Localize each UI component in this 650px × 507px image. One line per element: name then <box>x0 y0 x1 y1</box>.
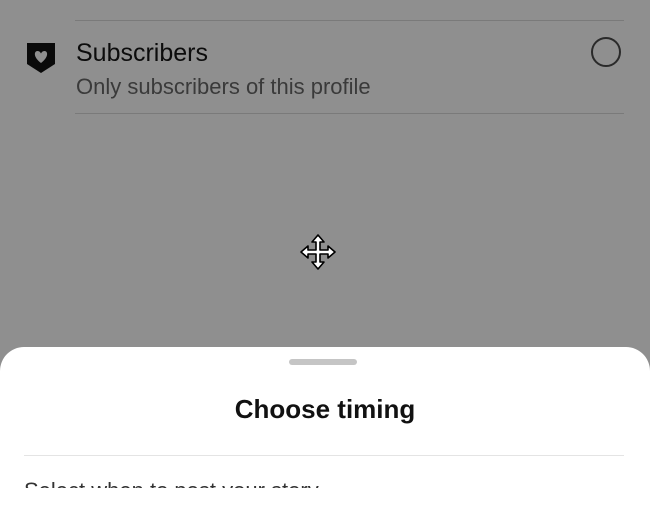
move-cursor-icon <box>300 234 336 270</box>
subscribers-radio-button[interactable] <box>591 37 621 67</box>
divider-bottom <box>75 113 624 114</box>
option-title: Subscribers <box>76 39 208 67</box>
subscriber-shield-icon <box>27 43 55 73</box>
sheet-body-clip: Select when to post your story <box>24 477 624 488</box>
audience-option-subscribers[interactable]: Subscribers Only subscribers of this pro… <box>0 0 650 99</box>
sheet-divider <box>24 455 624 456</box>
sheet-grabber-handle[interactable] <box>289 359 357 365</box>
timing-bottom-sheet: Choose timing Select when to post your s… <box>0 347 650 507</box>
sheet-body-text: Select when to post your story <box>24 477 624 488</box>
option-subtitle: Only subscribers of this profile <box>76 74 371 99</box>
sheet-title: Choose timing <box>234 394 416 424</box>
